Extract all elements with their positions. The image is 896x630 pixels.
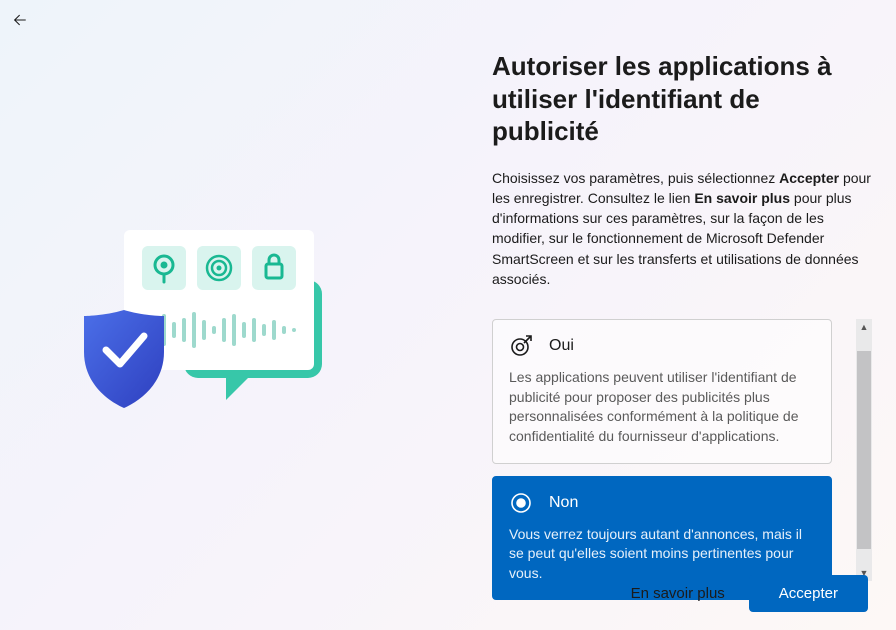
learn-more-link[interactable]: En savoir plus (631, 585, 725, 602)
intro-text: Choisissez vos paramètres, puis sélectio… (492, 168, 872, 290)
option-yes[interactable]: Oui Les applications peuvent utiliser l'… (492, 319, 832, 463)
target-icon (509, 334, 533, 358)
option-yes-label: Oui (549, 337, 574, 355)
radio-selected-icon (509, 491, 533, 515)
scroll-up-icon[interactable]: ▲ (856, 319, 872, 335)
scroll-thumb[interactable] (857, 351, 871, 549)
options-scrollbar[interactable]: ▲ ▼ (856, 319, 872, 581)
back-button[interactable] (10, 10, 30, 30)
page-title: Autoriser les applications à utiliser l'… (492, 50, 872, 148)
accept-button[interactable]: Accepter (749, 575, 868, 612)
option-no-label: Non (549, 494, 578, 512)
option-yes-desc: Les applications peuvent utiliser l'iden… (509, 368, 815, 446)
arrow-left-icon (12, 12, 28, 28)
privacy-illustration (80, 220, 340, 420)
